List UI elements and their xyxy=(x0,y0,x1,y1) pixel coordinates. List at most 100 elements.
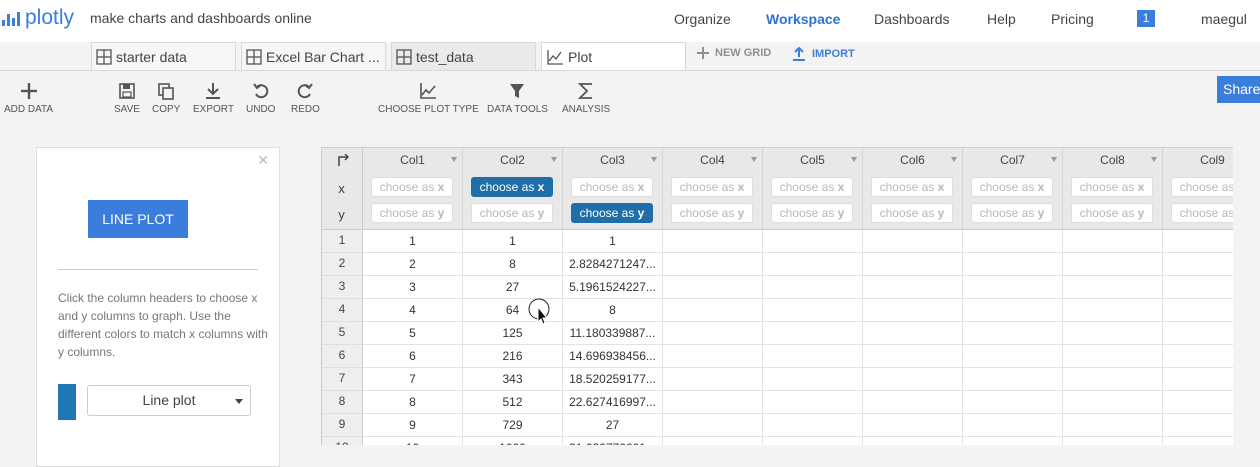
grid-cell[interactable] xyxy=(763,414,863,437)
tab-plot[interactable]: Plot xyxy=(541,42,686,70)
grid-cell[interactable]: 216 xyxy=(463,345,563,368)
choose-as-y-button[interactable]: choose as y xyxy=(971,203,1053,223)
nav-help[interactable]: Help xyxy=(987,11,1016,27)
column-header[interactable]: Col4 choose as x choose as y xyxy=(663,148,763,230)
grid-cell[interactable]: 27 xyxy=(463,276,563,299)
row-number[interactable]: 7 xyxy=(322,368,363,391)
choose-as-x-button[interactable]: choose as x xyxy=(471,177,553,197)
row-number[interactable]: 3 xyxy=(322,276,363,299)
user-menu[interactable]: maegul xyxy=(1201,11,1247,27)
grid-cell[interactable]: 3 xyxy=(363,276,463,299)
grid-cell[interactable] xyxy=(763,391,863,414)
grid-cell[interactable] xyxy=(863,368,963,391)
dropdown-caret-icon[interactable] xyxy=(451,157,457,162)
choose-as-x-button[interactable]: choose as x xyxy=(371,177,453,197)
grid-cell[interactable] xyxy=(663,414,763,437)
grid-cell[interactable]: 5 xyxy=(363,322,463,345)
column-header[interactable]: Col9 choose as x choose as y xyxy=(1163,148,1233,230)
grid-cell[interactable] xyxy=(963,253,1063,276)
analysis-button[interactable]: ANALYSIS xyxy=(562,82,610,115)
grid-cell[interactable]: 2 xyxy=(363,253,463,276)
dropdown-caret-icon[interactable] xyxy=(1051,157,1057,162)
grid-cell[interactable] xyxy=(663,368,763,391)
grid-cell[interactable]: 1 xyxy=(463,230,563,253)
column-header[interactable]: Col6 choose as x choose as y xyxy=(863,148,963,230)
choose-as-y-button[interactable]: choose as y xyxy=(771,203,853,223)
row-number[interactable]: 6 xyxy=(322,345,363,368)
grid-cell[interactable] xyxy=(1163,230,1233,253)
choose-as-x-button[interactable]: choose as x xyxy=(1071,177,1153,197)
share-button[interactable]: Share xyxy=(1217,76,1260,103)
tab-starter-data[interactable]: starter data xyxy=(91,42,236,70)
choose-as-x-button[interactable]: choose as x xyxy=(871,177,953,197)
grid-cell[interactable] xyxy=(763,345,863,368)
grid-cell[interactable] xyxy=(1163,253,1233,276)
grid-cell[interactable] xyxy=(663,322,763,345)
swap-axes-icon[interactable] xyxy=(336,154,350,166)
add-data-button[interactable]: ADD DATA xyxy=(4,82,53,115)
grid-cell[interactable] xyxy=(663,253,763,276)
grid-cell[interactable]: 27 xyxy=(563,414,663,437)
choose-as-x-button[interactable]: choose as x xyxy=(671,177,753,197)
grid-cell[interactable]: 343 xyxy=(463,368,563,391)
grid-cell[interactable] xyxy=(1163,368,1233,391)
import-button[interactable]: IMPORT xyxy=(792,47,855,61)
grid-cell[interactable] xyxy=(963,391,1063,414)
grid-cell[interactable] xyxy=(863,253,963,276)
choose-as-y-button[interactable]: choose as y xyxy=(1071,203,1153,223)
grid-cell[interactable] xyxy=(963,322,1063,345)
grid-cell[interactable]: 8 xyxy=(563,299,663,322)
grid-cell[interactable] xyxy=(663,391,763,414)
grid-cell[interactable]: 4 xyxy=(363,299,463,322)
plot-type-select[interactable]: Line plot xyxy=(87,385,251,416)
column-header[interactable]: Col1 choose as x choose as y xyxy=(363,148,463,230)
grid-cell[interactable] xyxy=(1063,345,1163,368)
redo-button[interactable]: REDO xyxy=(291,82,320,115)
grid-cell[interactable] xyxy=(763,368,863,391)
nav-pricing[interactable]: Pricing xyxy=(1051,11,1094,27)
grid-cell[interactable] xyxy=(963,345,1063,368)
grid-cell[interactable] xyxy=(763,230,863,253)
choose-as-y-button[interactable]: choose as y xyxy=(571,203,653,223)
grid-cell[interactable]: 8 xyxy=(363,391,463,414)
grid-cell[interactable]: 2.8284271247... xyxy=(563,253,663,276)
row-number[interactable]: 2 xyxy=(322,253,363,276)
close-icon[interactable]: ✕ xyxy=(257,153,269,169)
column-header[interactable]: Col5 choose as x choose as y xyxy=(763,148,863,230)
choose-as-y-button[interactable]: choose as y xyxy=(471,203,553,223)
grid-cell[interactable] xyxy=(763,253,863,276)
grid-cell[interactable]: 512 xyxy=(463,391,563,414)
choose-as-y-button[interactable]: choose as y xyxy=(871,203,953,223)
grid-cell[interactable] xyxy=(1063,414,1163,437)
grid-cell[interactable]: 6 xyxy=(363,345,463,368)
grid-cell[interactable] xyxy=(963,276,1063,299)
grid-cell[interactable] xyxy=(863,391,963,414)
grid-cell[interactable]: 7 xyxy=(363,368,463,391)
choose-as-x-button[interactable]: choose as x xyxy=(971,177,1053,197)
grid-cell[interactable] xyxy=(763,322,863,345)
grid-cell[interactable] xyxy=(1063,276,1163,299)
grid-cell[interactable] xyxy=(1163,276,1233,299)
grid-cell[interactable] xyxy=(863,322,963,345)
grid-cell[interactable] xyxy=(1063,230,1163,253)
grid-cell[interactable]: 9 xyxy=(363,414,463,437)
row-number[interactable]: 4 xyxy=(322,299,363,322)
save-button[interactable]: SAVE xyxy=(114,82,140,115)
grid-cell[interactable] xyxy=(663,230,763,253)
grid-cell[interactable] xyxy=(1063,391,1163,414)
dropdown-caret-icon[interactable] xyxy=(951,157,957,162)
column-header[interactable]: Col8 choose as x choose as y xyxy=(1063,148,1163,230)
grid-cell[interactable]: 14.696938456... xyxy=(563,345,663,368)
dropdown-caret-icon[interactable] xyxy=(851,157,857,162)
grid-cell[interactable] xyxy=(863,299,963,322)
grid-cell[interactable] xyxy=(763,299,863,322)
grid-cell[interactable] xyxy=(1063,322,1163,345)
grid-cell[interactable]: 1 xyxy=(563,230,663,253)
grid-cell[interactable] xyxy=(863,345,963,368)
grid-cell[interactable] xyxy=(663,299,763,322)
dropdown-caret-icon[interactable] xyxy=(551,157,557,162)
dropdown-caret-icon[interactable] xyxy=(1151,157,1157,162)
grid-cell[interactable] xyxy=(1163,391,1233,414)
line-plot-button[interactable]: LINE PLOT xyxy=(88,200,188,238)
tab-test-data[interactable]: test_data xyxy=(391,42,536,70)
